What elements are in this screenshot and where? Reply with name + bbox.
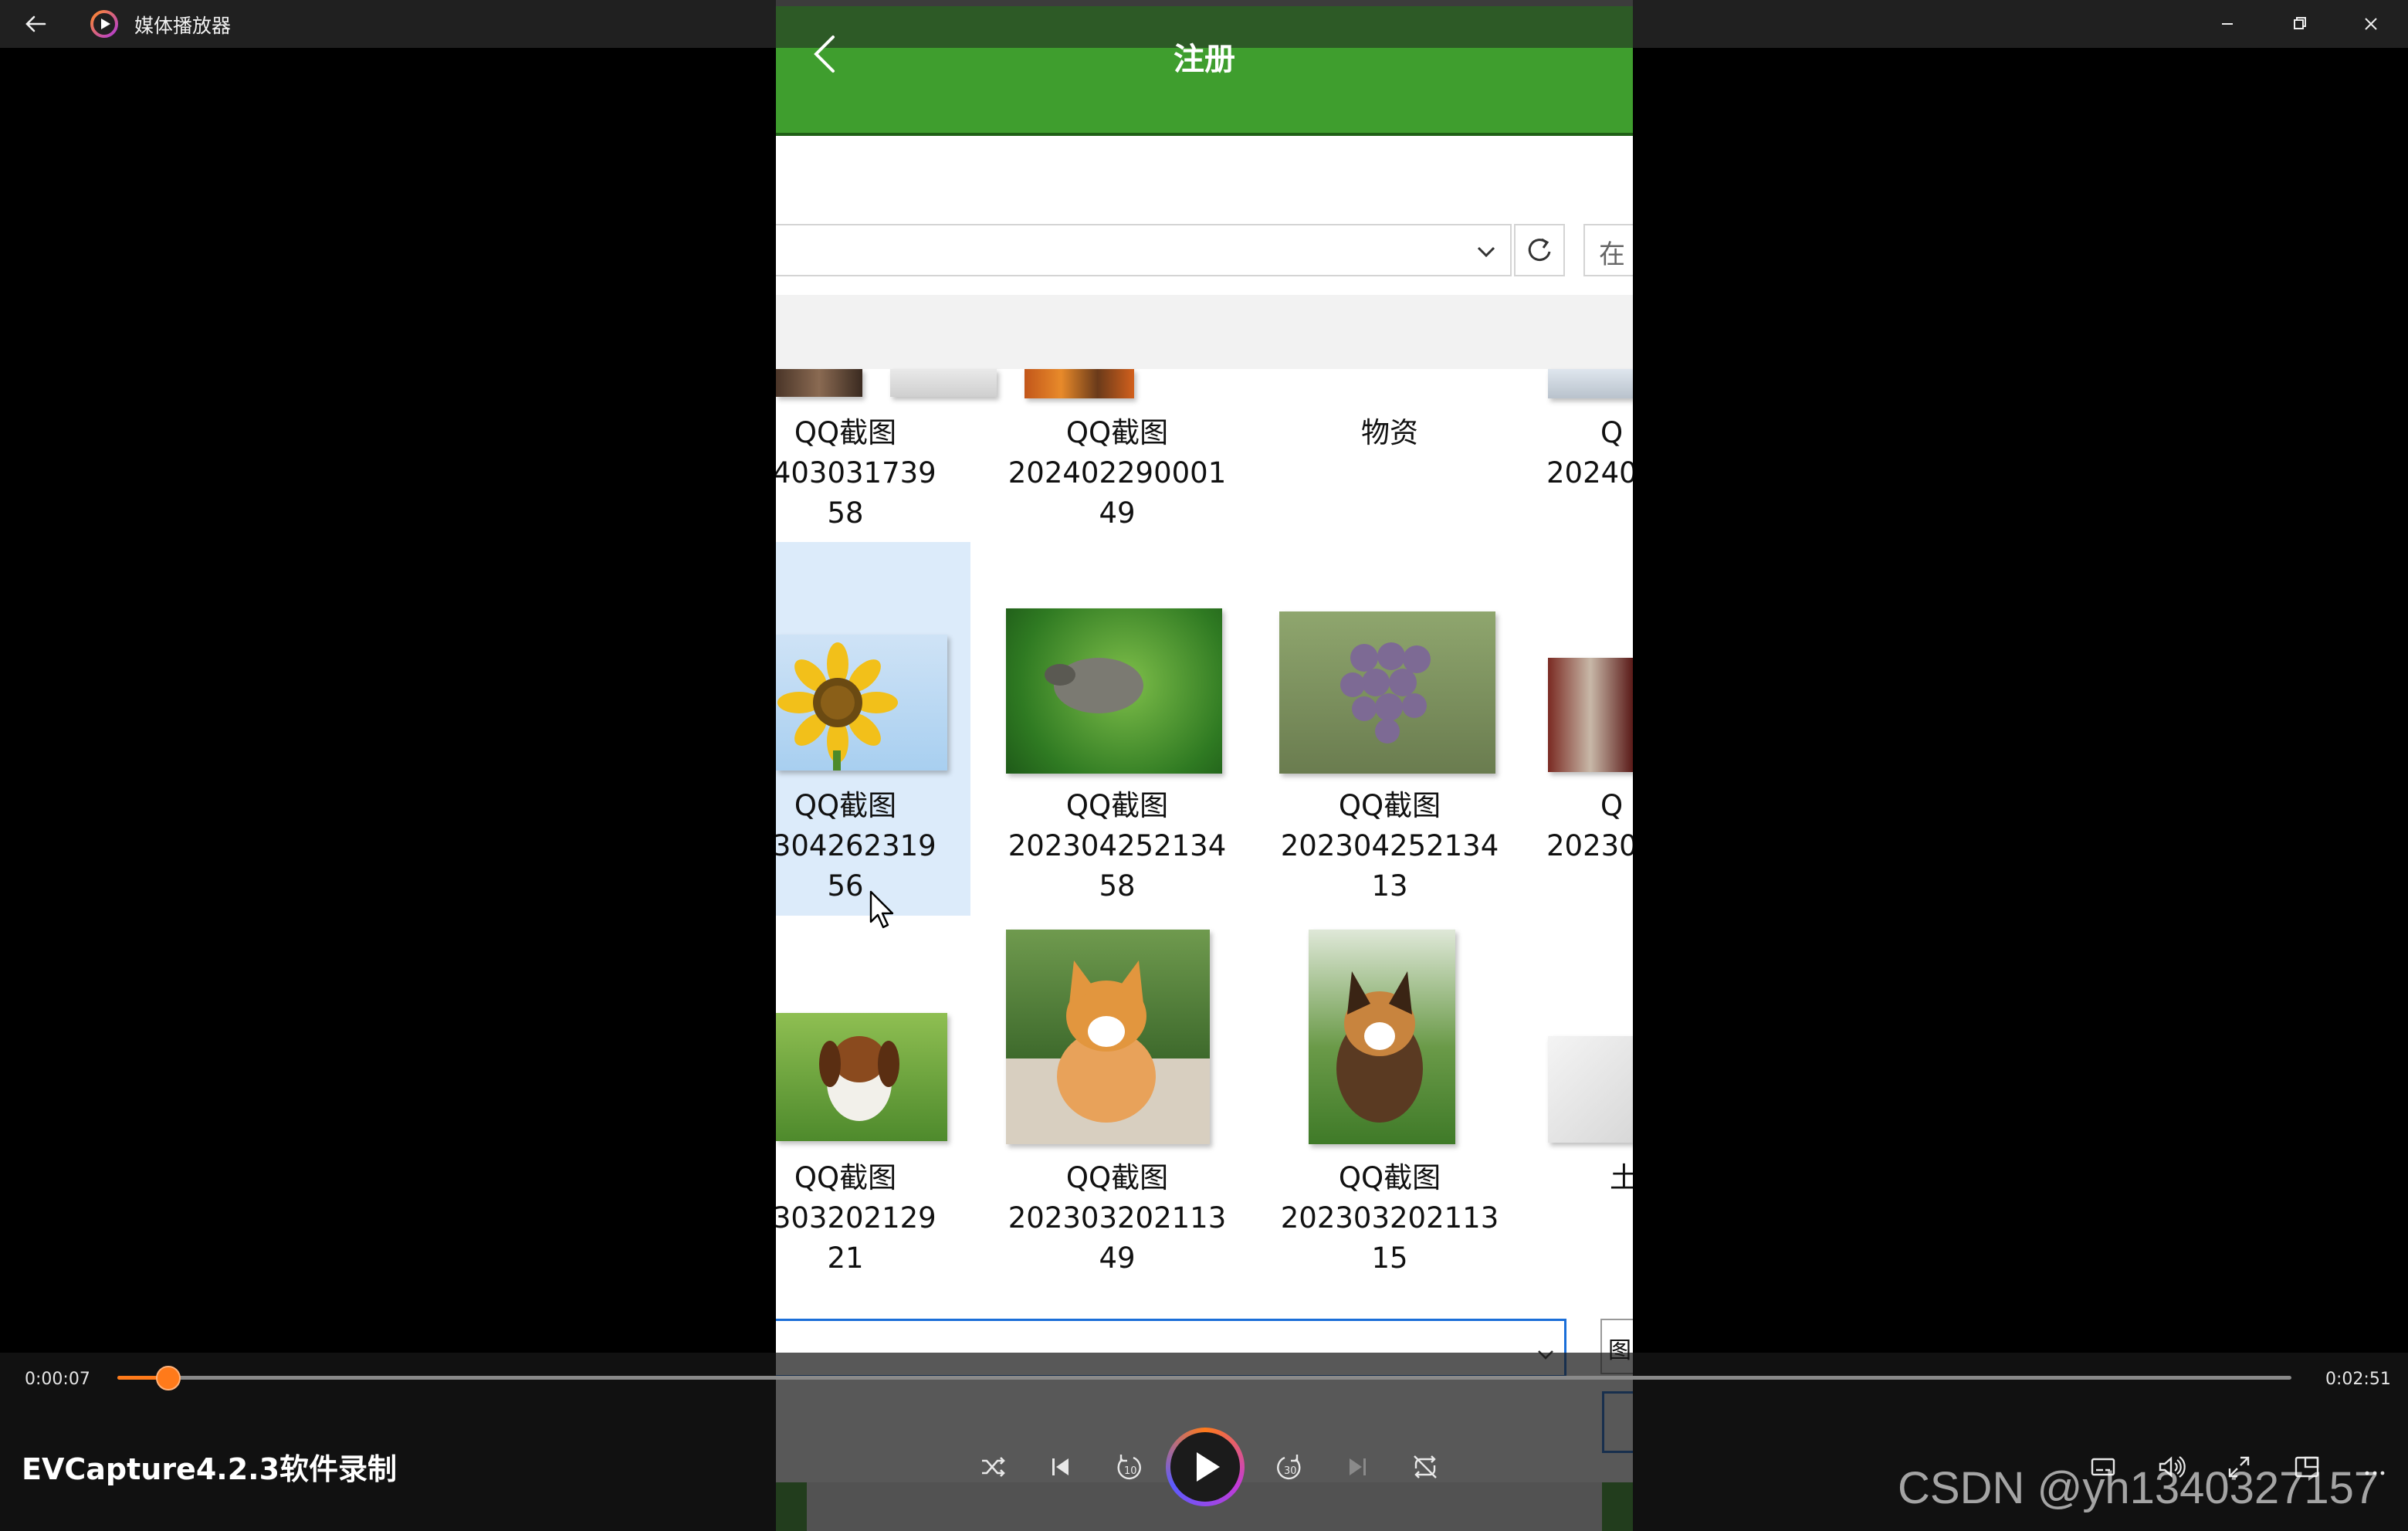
recorded-refresh-button — [1514, 224, 1565, 276]
recorded-search-box: 在 — [1583, 224, 1633, 276]
minimize-icon[interactable] — [2210, 6, 2245, 42]
thumb-white-object-photo — [1548, 1036, 1633, 1143]
file-caption: Q 20230 — [1546, 789, 1633, 862]
file-caption: Q 20240 — [1546, 416, 1633, 489]
refresh-icon — [1528, 238, 1551, 262]
close-icon[interactable] — [2353, 6, 2389, 42]
recorded-toolbar — [776, 295, 1633, 369]
svg-text:10: 10 — [1124, 1465, 1137, 1477]
file-caption: QQ截图 202303202113 49 — [1008, 1161, 1227, 1275]
chevron-down-icon — [1477, 246, 1495, 258]
rewind-10-icon[interactable]: 10 — [1110, 1448, 1147, 1485]
thumb-people-photo — [776, 369, 862, 397]
play-button[interactable] — [1166, 1428, 1245, 1506]
file-caption: 土 — [1610, 1161, 1633, 1194]
thumb-weevil-leaf-photo — [1006, 608, 1222, 774]
file-caption: QQ截图240303173958 — [776, 416, 936, 530]
file-caption: QQ截图 202304252134 13 — [1280, 789, 1499, 903]
media-player-app-icon — [90, 10, 118, 38]
total-time: 0:02:51 — [2325, 1370, 2391, 1389]
thumb-supplies-photo — [1025, 369, 1134, 398]
thumb-corgi-photo — [1006, 930, 1210, 1144]
file-caption: QQ截图230426231956 — [776, 789, 936, 903]
thumb-grapes-photo — [1279, 611, 1495, 774]
repeat-off-icon[interactable] — [1407, 1448, 1444, 1485]
back-arrow-icon[interactable] — [19, 6, 54, 42]
next-icon[interactable] — [1339, 1448, 1376, 1485]
seek-bar[interactable] — [117, 1366, 2291, 1390]
seek-thumb[interactable] — [155, 1366, 181, 1390]
forward-30-icon[interactable]: 30 — [1271, 1448, 1308, 1485]
thumb-document-photo — [890, 369, 997, 397]
thumb-partial-photo — [1548, 369, 1633, 398]
previous-icon[interactable] — [1042, 1448, 1079, 1485]
recorded-address-bar — [776, 224, 1512, 276]
shuffle-icon[interactable] — [974, 1448, 1011, 1485]
mouse-cursor-icon — [869, 890, 894, 929]
video-frame[interactable]: 注册 在 QQ截图 403031739 58 QQ截图 202402290001… — [776, 0, 1633, 1531]
thumb-corgi-grass-photo — [1309, 930, 1455, 1144]
top-strip — [776, 0, 1633, 6]
file-caption: QQ截图 202303202113 15 — [1280, 1161, 1499, 1275]
thumb-beagle-photo — [776, 1013, 947, 1141]
csdn-watermark: CSDN @yh1340327157 — [1898, 1463, 2379, 1513]
restore-icon[interactable] — [2282, 6, 2318, 42]
file-caption: QQ截图 202304252134 58 — [1008, 789, 1227, 903]
thumb-person-photo — [1548, 658, 1633, 772]
file-caption: QQ截图 202402290001 49 — [1008, 416, 1227, 530]
thumb-sunflower-photo — [776, 635, 947, 771]
current-time: 0:00:07 — [25, 1370, 90, 1389]
media-title: EVCapture4.2.3软件录制 — [22, 1452, 398, 1486]
window-title: 媒体播放器 — [134, 15, 232, 37]
svg-text:30: 30 — [1284, 1465, 1297, 1477]
recorded-header-title: 注册 — [1174, 42, 1235, 77]
file-caption: 物资 — [1361, 416, 1418, 449]
play-icon — [1197, 1452, 1220, 1482]
file-caption: QQ截图230320212921 — [776, 1161, 936, 1275]
